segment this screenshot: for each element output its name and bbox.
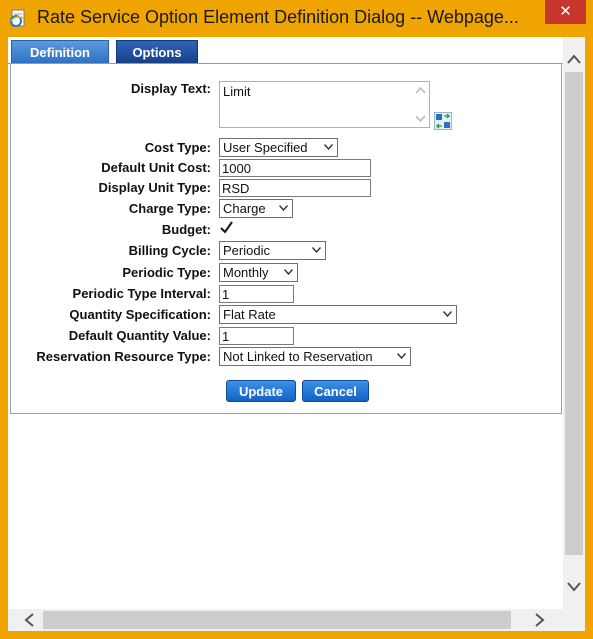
scrollbar-corner [563, 609, 585, 631]
display-unit-type-label: Display Unit Type: [98, 180, 211, 195]
window-title: Rate Service Option Element Definition D… [37, 7, 519, 27]
quantity-specification-label: Quantity Specification: [69, 307, 211, 322]
textarea-scrollbar[interactable] [412, 82, 429, 127]
cost-type-select[interactable]: User Specified [219, 138, 338, 157]
budget-checkbox[interactable] [219, 220, 234, 235]
tab-options[interactable]: Options [116, 40, 198, 64]
horizontal-scroll-thumb[interactable] [43, 611, 511, 629]
quantity-specification-value: Flat Rate [223, 307, 276, 322]
default-quantity-value-field[interactable]: 1 [219, 327, 294, 345]
tab-definition-label: Definition [30, 45, 90, 60]
close-icon: ✕ [559, 3, 572, 20]
cost-type-value: User Specified [223, 140, 308, 155]
charge-type-value: Charge [223, 201, 266, 216]
periodic-type-label: Periodic Type: [122, 265, 211, 280]
client-area: Definition Options Display Text: Limit C… [8, 37, 585, 631]
charge-type-label: Charge Type: [128, 201, 211, 216]
billing-cycle-label: Billing Cycle: [128, 243, 211, 258]
periodic-type-value: Monthly [223, 265, 269, 280]
translate-swap-icon[interactable] [434, 112, 452, 130]
tab-definition[interactable]: Definition [11, 40, 109, 64]
ie-page-icon [10, 9, 25, 27]
billing-cycle-select[interactable]: Periodic [219, 241, 326, 260]
close-button[interactable]: ✕ [545, 0, 586, 24]
default-quantity-value-label: Default Quantity Value: [68, 328, 211, 343]
title-bar[interactable]: Rate Service Option Element Definition D… [0, 0, 593, 37]
periodic-type-interval-field[interactable]: 1 [219, 285, 294, 303]
page-content: Definition Options Display Text: Limit C… [8, 37, 563, 609]
tab-options-label: Options [132, 45, 182, 60]
vertical-scroll-thumb[interactable] [565, 72, 583, 555]
default-unit-cost-label: Default Unit Cost: [101, 160, 211, 175]
scroll-up-icon[interactable] [566, 52, 582, 68]
charge-type-select[interactable]: Charge [219, 199, 293, 218]
scroll-down-icon[interactable] [566, 578, 582, 594]
chevron-down-icon [397, 353, 406, 359]
budget-label: Budget: [161, 222, 211, 237]
periodic-type-select[interactable]: Monthly [219, 263, 298, 282]
chevron-down-icon [312, 247, 321, 253]
reservation-resource-type-label: Reservation Resource Type: [36, 349, 211, 364]
definition-panel: Display Text: Limit Cost Type: User Spec… [10, 64, 562, 414]
reservation-resource-type-value: Not Linked to Reservation [223, 349, 373, 364]
reservation-resource-type-select[interactable]: Not Linked to Reservation [219, 347, 411, 366]
update-button[interactable]: Update [226, 380, 296, 402]
display-text-field[interactable]: Limit [219, 81, 430, 128]
chevron-down-icon [324, 144, 333, 150]
chevron-down-icon [279, 205, 288, 211]
cost-type-label: Cost Type: [144, 140, 211, 155]
periodic-type-interval-label: Periodic Type Interval: [72, 286, 211, 301]
cancel-button[interactable]: Cancel [302, 380, 369, 402]
quantity-specification-select[interactable]: Flat Rate [219, 305, 457, 324]
chevron-down-icon [443, 311, 452, 317]
chevron-down-icon [284, 269, 293, 275]
dialog-window: Rate Service Option Element Definition D… [0, 0, 593, 639]
scroll-right-icon[interactable] [531, 612, 547, 628]
display-text-label: Display Text: [131, 81, 211, 96]
scroll-left-icon[interactable] [22, 612, 38, 628]
display-unit-type-field[interactable]: RSD [219, 179, 371, 197]
billing-cycle-value: Periodic [223, 243, 270, 258]
display-text-value: Limit [223, 84, 251, 99]
default-unit-cost-field[interactable]: 1000 [219, 159, 371, 177]
